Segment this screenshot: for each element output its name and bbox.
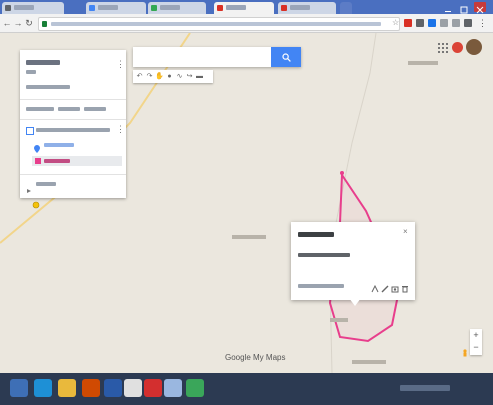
style-paint-icon[interactable] <box>34 140 40 153</box>
google-logo: Google My Maps <box>225 353 286 362</box>
avatar[interactable] <box>466 39 482 55</box>
browser-tab-strip <box>0 0 493 14</box>
place-label <box>232 235 266 239</box>
extension-icon[interactable] <box>428 19 436 27</box>
screen: ← → ↻ ☆ ⋮ + − Google My Maps ↶ ↷ ✋ ● ∿ ↪… <box>0 0 493 405</box>
start-button[interactable] <box>10 379 28 397</box>
back-icon[interactable]: ← <box>2 18 12 28</box>
extension-icon[interactable] <box>440 19 448 27</box>
feature-row[interactable] <box>32 156 122 166</box>
opera-icon[interactable] <box>144 379 162 397</box>
edit-icon[interactable] <box>381 280 389 293</box>
place-label <box>330 318 348 322</box>
browser-tab[interactable] <box>148 2 206 14</box>
individual-styles-link[interactable] <box>44 143 74 147</box>
extension-icon[interactable] <box>464 19 472 27</box>
base-map-expand-icon[interactable] <box>26 181 32 193</box>
camera-icon[interactable] <box>391 280 399 293</box>
close-window-button[interactable] <box>474 2 486 14</box>
draw-line-icon[interactable]: ∿ <box>175 72 184 81</box>
preview-link[interactable] <box>84 107 106 111</box>
office-icon[interactable] <box>82 379 100 397</box>
chrome-icon[interactable] <box>124 379 142 397</box>
excel-icon[interactable] <box>186 379 204 397</box>
extension-icon[interactable] <box>452 19 460 27</box>
map-marker[interactable] <box>32 201 40 209</box>
close-icon[interactable]: × <box>403 227 408 236</box>
page-icon <box>89 5 95 11</box>
feature-title[interactable] <box>298 232 334 237</box>
feature-footer-text <box>298 284 344 288</box>
base-map-label[interactable] <box>36 182 56 186</box>
feature-info-card: × <box>291 222 415 300</box>
forward-icon[interactable]: → <box>13 18 23 28</box>
card-pointer <box>349 298 361 306</box>
browser-tab[interactable] <box>86 2 146 14</box>
zoom-out-button[interactable]: − <box>470 342 482 355</box>
browser-menu-icon[interactable]: ⋮ <box>478 19 487 28</box>
maximize-window-button[interactable] <box>458 2 470 14</box>
delete-icon[interactable] <box>401 280 409 293</box>
layer-menu-icon[interactable]: ⋮ <box>116 124 125 135</box>
shape-vertex[interactable] <box>340 171 344 175</box>
search-input[interactable] <box>133 47 281 67</box>
panel-menu-icon[interactable]: ⋮ <box>116 59 125 70</box>
app-icon[interactable] <box>164 379 182 397</box>
address-bar[interactable] <box>38 17 400 31</box>
notifications-icon[interactable] <box>452 42 463 53</box>
my-maps-icon <box>281 5 287 11</box>
lock-icon <box>42 21 47 27</box>
share-link[interactable] <box>58 107 80 111</box>
browser-toolbar: ← → ↻ ☆ ⋮ <box>0 14 493 33</box>
map-subtitle <box>26 70 36 74</box>
place-label <box>408 61 438 65</box>
style-icon[interactable] <box>371 280 379 293</box>
zoom-controls: + − <box>470 329 482 355</box>
folder-icon[interactable] <box>58 379 76 397</box>
layer-name[interactable] <box>36 128 110 132</box>
add-layer-link[interactable] <box>26 107 54 111</box>
map-legend-panel: ⋮ ⋮ <box>20 50 126 198</box>
layer-checkbox[interactable] <box>26 127 34 135</box>
minimize-window-button[interactable] <box>442 2 454 12</box>
word-icon[interactable] <box>104 379 122 397</box>
zoom-in-button[interactable]: + <box>470 329 482 342</box>
polygon-icon <box>35 158 41 164</box>
browser-tab[interactable] <box>278 2 336 14</box>
system-tray[interactable] <box>400 385 450 391</box>
google-icon <box>151 5 157 11</box>
browser-tab[interactable] <box>2 2 64 14</box>
measure-icon[interactable]: ▬ <box>195 72 204 81</box>
redo-icon[interactable]: ↷ <box>145 72 154 81</box>
add-marker-icon[interactable]: ● <box>165 72 174 81</box>
map-description <box>26 85 70 89</box>
map-toolbar: ↶ ↷ ✋ ● ∿ ↪ ▬ <box>133 70 213 83</box>
reload-icon[interactable]: ↻ <box>24 18 34 28</box>
map-search-box <box>133 47 301 67</box>
hand-icon[interactable]: ✋ <box>155 72 164 81</box>
url-text <box>51 22 381 26</box>
undo-icon[interactable]: ↶ <box>135 72 144 81</box>
page-icon <box>5 5 11 11</box>
extension-icon[interactable] <box>416 19 424 27</box>
browser-tab-active[interactable] <box>214 2 274 14</box>
extension-icon[interactable] <box>404 19 412 27</box>
feature-coords <box>298 253 350 257</box>
apps-grid-icon[interactable] <box>438 43 448 53</box>
ie-icon[interactable] <box>34 379 52 397</box>
taskbar <box>0 373 493 405</box>
pegman-icon[interactable] <box>461 349 469 357</box>
place-label <box>352 360 386 364</box>
bookmark-star-icon[interactable]: ☆ <box>392 19 400 27</box>
map-title[interactable] <box>26 60 60 65</box>
search-icon <box>281 52 291 62</box>
new-tab-button[interactable] <box>340 2 352 14</box>
my-maps-icon <box>217 5 223 11</box>
search-button[interactable] <box>271 47 301 67</box>
directions-icon[interactable]: ↪ <box>185 72 194 81</box>
